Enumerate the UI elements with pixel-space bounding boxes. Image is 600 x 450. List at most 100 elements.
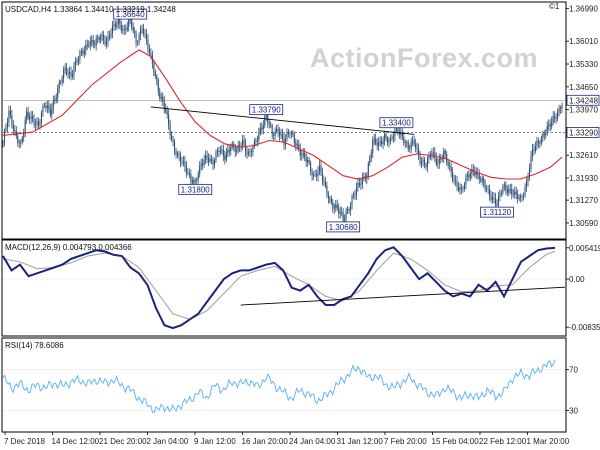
candle-body [311, 171, 313, 176]
candle-body [545, 132, 547, 136]
candle-body [281, 134, 284, 139]
candle-body [287, 132, 289, 134]
candle-body [268, 122, 270, 125]
candle-body [215, 152, 217, 161]
candle-body [9, 110, 11, 116]
candle-body [165, 108, 167, 112]
candle-body [502, 186, 504, 193]
candle-body [496, 204, 498, 206]
candle-body [114, 24, 116, 27]
candle-body [125, 29, 127, 31]
candle-body [546, 125, 548, 133]
candle-body [347, 209, 349, 212]
candle-body [79, 51, 81, 59]
candle-body [98, 37, 100, 40]
candle-body [392, 136, 394, 139]
candle-body [51, 108, 53, 115]
candle-body [273, 134, 275, 136]
candle-body [367, 163, 369, 175]
candle-body [74, 61, 77, 67]
candle-body [80, 51, 82, 52]
candle-body [540, 137, 542, 144]
candle-body [104, 39, 106, 45]
candle-body [71, 75, 74, 77]
candle-body [242, 140, 244, 147]
candle-body [160, 97, 162, 99]
candle-body [18, 142, 20, 144]
candle-body [181, 161, 183, 163]
candle-body [336, 204, 338, 209]
candle-body [339, 211, 341, 214]
candle-body [26, 111, 28, 120]
candle-body [523, 195, 525, 197]
candle-body [314, 174, 316, 175]
candle-body [310, 162, 312, 172]
x-tick-label: 7 Feb 20:00 [384, 437, 427, 446]
candle-body [435, 157, 437, 165]
current-price-label: 1.34248 [569, 96, 598, 105]
candle-body [419, 155, 421, 164]
candle-body [222, 149, 224, 156]
candle-body [413, 140, 415, 145]
candle-body [277, 128, 279, 133]
candle-body [270, 124, 272, 126]
candle-body [373, 138, 375, 141]
candle-body [178, 154, 180, 156]
candle-body [82, 51, 84, 54]
candle-body [135, 33, 137, 43]
candle-body [194, 179, 196, 181]
x-tick-label: 22 Feb 12:00 [479, 437, 527, 446]
candle-body [307, 159, 309, 162]
candle-body [317, 171, 319, 177]
candle-body [97, 37, 99, 39]
candle-body [341, 211, 343, 213]
candle-body [179, 155, 182, 162]
candle-body [159, 91, 161, 99]
candle-body [174, 141, 176, 151]
candle-body [279, 132, 281, 136]
x-tick-label: 21 Dec 20:00 [99, 437, 147, 446]
candle-body [305, 157, 307, 162]
candle-body [200, 163, 202, 166]
candle-body [412, 140, 414, 142]
rsi-tick-label: 30 [569, 407, 578, 416]
candle-body [258, 132, 260, 140]
candle-body [113, 24, 115, 26]
candle-body [105, 41, 108, 45]
candle-body [94, 44, 96, 46]
candle-body [42, 106, 44, 113]
candle-body [85, 44, 87, 51]
candle-body [478, 173, 480, 180]
candle-body [261, 127, 263, 130]
candle-body [32, 116, 34, 120]
candle-body [536, 141, 538, 147]
candle-body [446, 153, 448, 163]
candle-body [455, 180, 457, 182]
candle-body [404, 142, 406, 144]
candle-body [227, 149, 229, 153]
candle-body [514, 191, 516, 195]
candle-body [76, 61, 78, 62]
candle-body [469, 173, 471, 178]
candle-body [276, 128, 278, 131]
candle-body [154, 72, 156, 77]
candle-body [389, 138, 392, 140]
candle-body [202, 163, 204, 166]
candle-body [345, 211, 347, 219]
candle-body [139, 28, 142, 35]
candle-body [350, 204, 352, 211]
candle-body [308, 159, 310, 163]
candle-body [333, 207, 335, 209]
candle-body [416, 147, 418, 149]
candle-body [548, 124, 550, 126]
candle-body [385, 134, 387, 139]
x-tick-label: 24 Jan 04:00 [289, 437, 336, 446]
candle-body [318, 165, 321, 172]
candle-body [549, 124, 551, 127]
candle-body [137, 42, 139, 43]
candle-body [320, 165, 322, 173]
candle-body [494, 198, 497, 205]
candle-body [459, 187, 461, 191]
candle-body [324, 181, 326, 186]
candle-body [27, 111, 29, 118]
